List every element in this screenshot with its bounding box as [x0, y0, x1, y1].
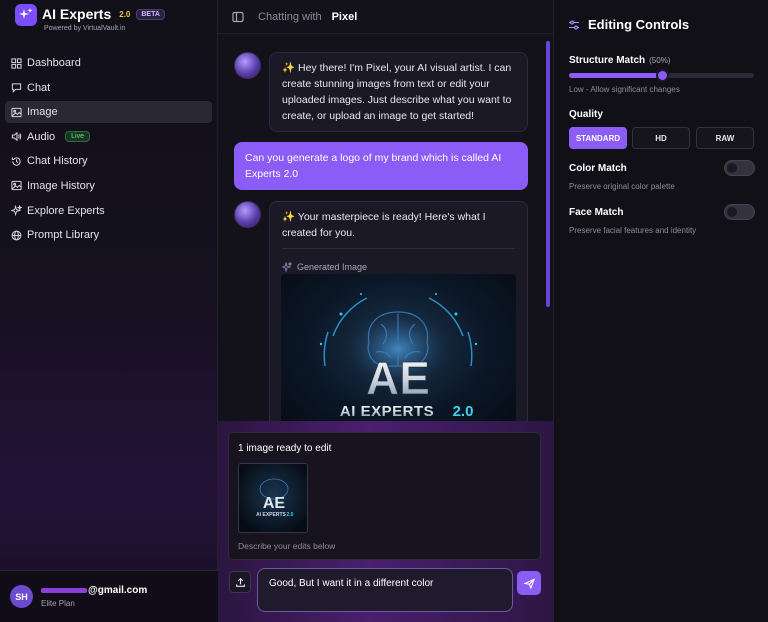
- svg-text:AE: AE: [263, 495, 286, 512]
- user-message: Can you generate a logo of my brand whic…: [234, 142, 528, 190]
- color-match-label: Color Match: [569, 163, 627, 174]
- user-profile[interactable]: SH @gmail.com Elite Plan: [0, 570, 218, 622]
- send-icon: [523, 577, 535, 589]
- edit-area: 1 image ready to edit AE AI EXPERTS 2.0 …: [218, 421, 553, 622]
- quality-label: Quality: [569, 109, 603, 120]
- sidebar-item-label: Image: [27, 106, 58, 119]
- sparkles-icon: [282, 262, 292, 272]
- structure-match-slider[interactable]: [569, 69, 754, 82]
- assistant-message-text: ✨ Your masterpiece is ready! Here's what…: [282, 211, 486, 239]
- editing-controls-panel: Editing Controls Structure Match (50%) Lo…: [553, 0, 768, 622]
- edit-card: 1 image ready to edit AE AI EXPERTS 2.0 …: [228, 432, 541, 560]
- structure-match-value: (50%): [649, 56, 671, 65]
- bot-avatar: [234, 201, 261, 228]
- sidebar-nav: Dashboard Chat Image Audio Live Chat His…: [5, 52, 212, 249]
- live-badge: Live: [65, 131, 90, 143]
- color-match-desc: Preserve original color palette: [569, 182, 675, 191]
- sidebar-item-label: Explore Experts: [27, 204, 105, 217]
- sidebar-item-image[interactable]: Image: [5, 101, 212, 124]
- panel-title: Editing Controls: [568, 17, 689, 32]
- history-icon: [11, 157, 21, 166]
- upload-button[interactable]: [229, 571, 251, 593]
- sidebar-item-label: Prompt Library: [27, 229, 100, 242]
- audio-icon: [11, 132, 22, 142]
- svg-text:AI EXPERTS: AI EXPERTS: [256, 512, 286, 518]
- edit-card-title: 1 image ready to edit: [238, 443, 332, 454]
- avatar: SH: [10, 585, 33, 608]
- quality-standard-button[interactable]: STANDARD: [569, 127, 627, 149]
- send-button[interactable]: [517, 571, 541, 595]
- sidebar-item-label: Audio: [27, 130, 56, 143]
- sparkles-icon: [11, 205, 22, 217]
- sliders-icon: [569, 20, 579, 29]
- quality-hd-button[interactable]: HD: [632, 127, 690, 149]
- brand-name: AI Experts: [42, 6, 112, 22]
- svg-text:2.0: 2.0: [453, 403, 474, 420]
- face-match-toggle[interactable]: [724, 204, 755, 220]
- generated-image-label: Generated Image: [282, 259, 515, 275]
- edit-hint: Describe your edits below: [238, 541, 336, 551]
- beta-badge: BETA: [136, 8, 165, 20]
- image-history-icon: [11, 181, 22, 191]
- chat-header-prefix: Chatting with: [258, 10, 322, 23]
- image-thumbnail[interactable]: AE AI EXPERTS 2.0: [238, 463, 308, 533]
- svg-text:AE: AE: [366, 352, 430, 404]
- face-match-label: Face Match: [569, 207, 624, 218]
- brand[interactable]: AI Experts 2.0 BETA Powered by VirtualVa…: [15, 4, 165, 38]
- sidebar-item-label: Image History: [27, 179, 95, 192]
- sidebar-toggle-icon[interactable]: [232, 11, 244, 23]
- bot-avatar: [234, 52, 261, 79]
- sidebar-item-chat-history[interactable]: Chat History: [5, 150, 212, 172]
- chat-icon: [11, 83, 22, 93]
- sidebar-item-chat[interactable]: Chat: [5, 77, 212, 99]
- sidebar-item-dashboard[interactable]: Dashboard: [5, 52, 212, 74]
- globe-icon: [11, 230, 22, 241]
- upload-icon: [235, 577, 245, 587]
- brand-logo-icon: [15, 4, 37, 26]
- user-email: @gmail.com: [41, 585, 147, 596]
- scrollbar[interactable]: [546, 41, 550, 307]
- divider: [282, 248, 515, 249]
- sidebar-item-label: Chat History: [27, 155, 88, 168]
- slider-fill: [569, 73, 662, 78]
- svg-text:2.0: 2.0: [287, 512, 294, 518]
- sidebar-item-label: Dashboard: [27, 57, 81, 69]
- generated-image[interactable]: AE AI EXPERTS 2.0: [281, 274, 516, 421]
- sidebar: AI Experts 2.0 BETA Powered by VirtualVa…: [0, 0, 218, 622]
- user-plan: Elite Plan: [41, 599, 75, 608]
- sidebar-item-audio[interactable]: Audio Live: [5, 126, 212, 148]
- structure-match-desc: Low - Allow significant changes: [569, 85, 680, 94]
- assistant-message: ✨ Hey there! I'm Pixel, your AI visual a…: [269, 52, 528, 132]
- sidebar-item-prompt-library[interactable]: Prompt Library: [5, 224, 212, 246]
- sidebar-item-label: Chat: [27, 81, 51, 94]
- sidebar-item-image-history[interactable]: Image History: [5, 175, 212, 197]
- quality-raw-button[interactable]: RAW: [696, 127, 754, 149]
- brand-tagline: Powered by VirtualVault.in: [44, 25, 126, 32]
- message-list[interactable]: ✨ Hey there! I'm Pixel, your AI visual a…: [218, 35, 553, 421]
- sidebar-item-explore-experts[interactable]: Explore Experts: [5, 200, 212, 222]
- slider-thumb[interactable]: [655, 69, 669, 82]
- brand-version: 2.0: [119, 9, 131, 19]
- svg-text:AI EXPERTS: AI EXPERTS: [340, 403, 434, 420]
- message-input[interactable]: Good, But I want it in a different color: [257, 568, 513, 612]
- color-match-toggle[interactable]: [724, 160, 755, 176]
- structure-match-label: Structure Match (50%): [569, 55, 671, 66]
- chat-panel: Chatting with Pixel ✨ Hey there! I'm Pix…: [218, 0, 553, 622]
- face-match-desc: Preserve facial features and identity: [569, 226, 697, 235]
- dashboard-icon: [11, 57, 22, 69]
- agent-name: Pixel: [331, 10, 358, 23]
- image-icon: [11, 107, 22, 117]
- chat-header: Chatting with Pixel: [218, 0, 553, 34]
